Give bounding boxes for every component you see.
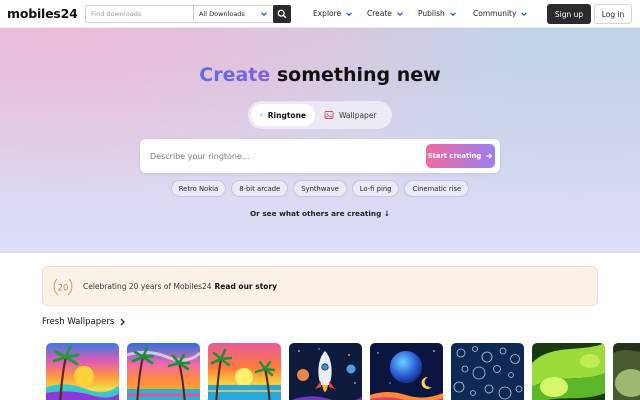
start-creating-button[interactable]: Start creating <box>426 144 495 168</box>
search-button[interactable] <box>273 5 291 23</box>
chevron-down-icon <box>346 11 353 16</box>
top-header: mobiles24 All Downloads Explore Create P… <box>0 0 640 28</box>
chevron-down-icon <box>449 11 456 16</box>
suggestion-chip[interactable]: Retro Nokia <box>170 180 227 197</box>
chevron-down-icon <box>397 11 403 16</box>
anniversary-banner: 20 Celebrating 20 years of Mobiles24 Read… <box>42 266 598 306</box>
mode-toggle: Ringtone Wallpaper <box>248 101 392 129</box>
banner-text-wrap: Celebrating 20 years of Mobiles24 Read ou… <box>83 282 277 291</box>
wallpaper-thumb-green-abstract-partial[interactable] <box>613 343 640 400</box>
tab-ringtone[interactable]: Ringtone <box>251 104 315 126</box>
site-logo[interactable]: mobiles24 <box>7 6 78 21</box>
wallpaper-thumb-space-rocket-planets[interactable] <box>289 343 362 400</box>
prompt-box: Start creating <box>140 139 500 173</box>
signup-button[interactable]: Sign up <box>547 4 591 24</box>
login-button[interactable]: Log in <box>594 4 632 24</box>
chevron-right-icon <box>120 318 126 326</box>
search-input[interactable] <box>86 6 193 22</box>
tab-wallpaper-label: Wallpaper <box>339 110 377 120</box>
nav-explore-label: Explore <box>313 9 342 18</box>
wallpaper-thumb-planet-moon-night[interactable] <box>370 343 443 400</box>
wallpaper-strip <box>46 343 640 400</box>
fresh-wallpapers-title: Fresh Wallpapers <box>42 317 115 327</box>
hero-title: Create something new <box>0 64 640 86</box>
nav-explore[interactable]: Explore <box>313 9 353 18</box>
image-icon <box>324 111 334 119</box>
suggestion-chip[interactable]: Cinematic rise <box>404 180 470 197</box>
category-select[interactable]: All Downloads <box>193 6 273 22</box>
anniversary-laurel-icon: 20 <box>53 278 73 296</box>
nav-community[interactable]: Community <box>473 9 528 18</box>
hero-section: Create something new Ringtone Wallpaper … <box>0 28 640 253</box>
tab-wallpaper[interactable]: Wallpaper <box>315 104 386 126</box>
start-creating-label: Start creating <box>427 152 482 160</box>
category-select-value: All Downloads <box>199 10 245 18</box>
hero-title-rest: something new <box>270 64 441 86</box>
suggestion-chip[interactable]: Lo-fi ping <box>351 180 400 197</box>
read-story-link[interactable]: Read our story <box>215 282 278 291</box>
nav-publish[interactable]: Publish <box>418 9 457 18</box>
anniversary-badge-number: 20 <box>58 284 69 294</box>
nav-create[interactable]: Create <box>367 9 404 18</box>
music-note-icon <box>260 113 263 117</box>
prompt-input[interactable] <box>150 147 410 165</box>
chevron-down-icon <box>261 12 267 17</box>
search-bar: All Downloads <box>85 5 291 23</box>
fresh-wallpapers-heading[interactable]: Fresh Wallpapers <box>42 317 126 327</box>
wallpaper-thumb-palm-sunset-rainbow[interactable] <box>46 343 119 400</box>
nav-community-label: Community <box>473 9 517 18</box>
see-others-link[interactable]: Or see what others are creating ↓ <box>0 209 640 218</box>
wallpaper-thumb-palm-beach-sunset[interactable] <box>127 343 200 400</box>
banner-text: Celebrating 20 years of Mobiles24 <box>83 282 212 291</box>
hero-title-accent: Create <box>199 64 271 86</box>
wallpaper-thumb-green-abstract-waves[interactable] <box>532 343 605 400</box>
chevron-down-icon <box>521 11 528 16</box>
search-icon <box>277 9 287 19</box>
suggestion-chip[interactable]: 8-bit arcade <box>231 180 289 197</box>
arrow-right-icon <box>486 153 493 159</box>
nav-publish-label: Publish <box>418 9 445 18</box>
suggestion-chips: Retro Nokia 8-bit arcade Synthwave Lo-fi… <box>0 180 640 197</box>
suggestion-chip[interactable]: Synthwave <box>293 180 347 197</box>
wallpaper-thumb-palm-island-sunset[interactable] <box>208 343 281 400</box>
nav-create-label: Create <box>367 9 392 18</box>
tab-ringtone-label: Ringtone <box>267 110 306 120</box>
wallpaper-thumb-bubbles-dark-blue[interactable] <box>451 343 524 400</box>
